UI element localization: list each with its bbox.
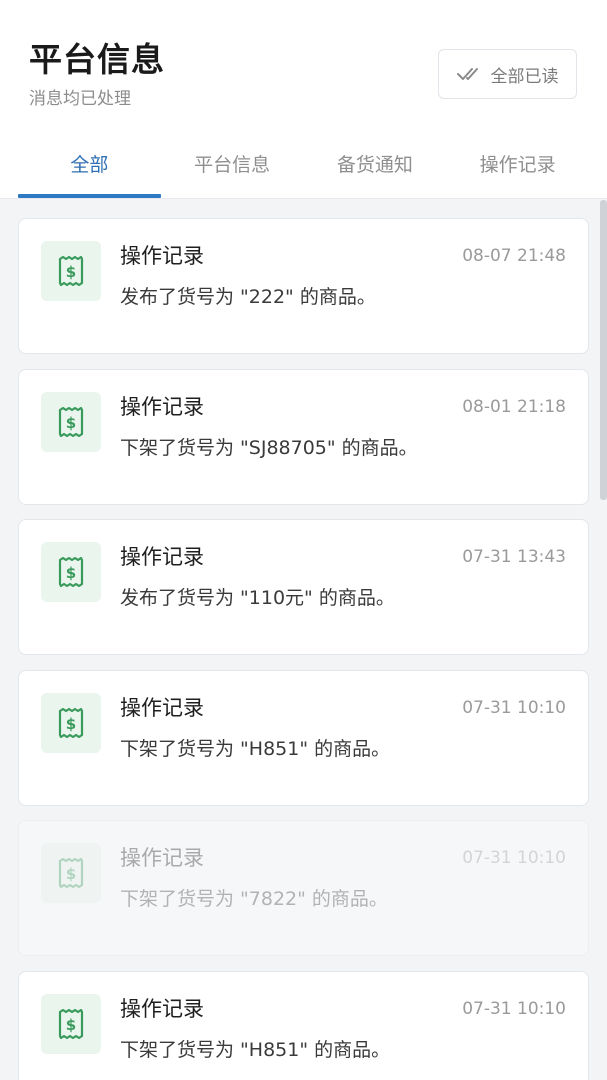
double-check-icon [456,68,478,80]
tab-stock-notice[interactable]: 备货通知 [304,140,447,198]
message-card[interactable]: $ 操作记录 08-07 21:48 发布了货号为 "222" 的商品。 [18,218,589,354]
tabs-divider [0,198,607,199]
message-card[interactable]: $ 操作记录 07-31 10:10 下架了货号为 "H851" 的商品。 [18,970,589,1080]
page-subtitle: 消息均已处理 [29,89,131,109]
message-text: 发布了货号为 "222" 的商品。 [120,286,376,308]
dollar-ticket-icon: $ [41,692,101,753]
svg-text:$: $ [66,263,76,281]
message-type: 操作记录 [120,695,204,720]
svg-text:$: $ [66,1016,76,1034]
message-time: 08-01 21:18 [462,396,566,417]
dollar-ticket-icon: $ [41,391,101,452]
message-text: 下架了货号为 "H851" 的商品。 [120,1038,391,1061]
mark-all-read-label: 全部已读 [490,66,559,87]
message-card[interactable]: $ 操作记录 07-31 10:10 下架了货号为 "7822" 的商品。 [18,820,589,956]
message-time: 07-31 10:10 [462,697,566,718]
message-type: 操作记录 [120,545,204,569]
message-time: 08-07 21:48 [462,246,566,266]
tab-bar: 全部 平台信息 备货通知 操作记录 [18,140,589,198]
message-time: 07-31 10:10 [462,848,566,868]
svg-text:$: $ [66,865,76,883]
message-text: 下架了货号为 "7822" 的商品。 [120,888,388,910]
svg-text:$: $ [66,414,76,432]
dollar-ticket-icon: $ [41,993,101,1054]
mark-all-read-button[interactable]: 全部已读 [438,49,577,99]
svg-text:$: $ [66,564,76,582]
message-type: 操作记录 [120,996,204,1021]
dollar-ticket-icon: $ [41,542,101,602]
message-card[interactable]: $ 操作记录 07-31 10:10 下架了货号为 "H851" 的商品。 [18,669,589,806]
svg-text:$: $ [66,715,76,733]
dollar-ticket-icon: $ [41,241,101,301]
page-header: 平台信息 消息均已处理 全部已读 全部 平台信息 备货通知 操作记录 [0,0,607,199]
scrollbar[interactable] [600,200,607,500]
message-card[interactable]: $ 操作记录 08-01 21:18 下架了货号为 "SJ88705" 的商品。 [18,368,589,505]
message-time: 07-31 10:10 [462,998,566,1019]
messages-page: 平台信息 消息均已处理 全部已读 全部 平台信息 备货通知 操作记录 $ 操作记… [0,0,607,1080]
dollar-ticket-icon: $ [41,843,101,903]
message-card[interactable]: $ 操作记录 07-31 13:43 发布了货号为 "110元" 的商品。 [18,519,589,655]
tab-platform-info[interactable]: 平台信息 [161,140,304,198]
message-type: 操作记录 [120,244,204,268]
message-list: $ 操作记录 08-07 21:48 发布了货号为 "222" 的商品。 $ 操… [18,218,589,1080]
message-type: 操作记录 [120,846,204,870]
message-type: 操作记录 [120,394,204,419]
tab-operation-log[interactable]: 操作记录 [446,140,589,198]
message-text: 发布了货号为 "110元" 的商品。 [120,587,395,609]
message-time: 07-31 13:43 [462,547,566,567]
message-text: 下架了货号为 "H851" 的商品。 [120,737,391,760]
tab-all[interactable]: 全部 [18,140,161,198]
message-text: 下架了货号为 "SJ88705" 的商品。 [120,436,418,459]
page-title: 平台信息 [29,40,165,79]
